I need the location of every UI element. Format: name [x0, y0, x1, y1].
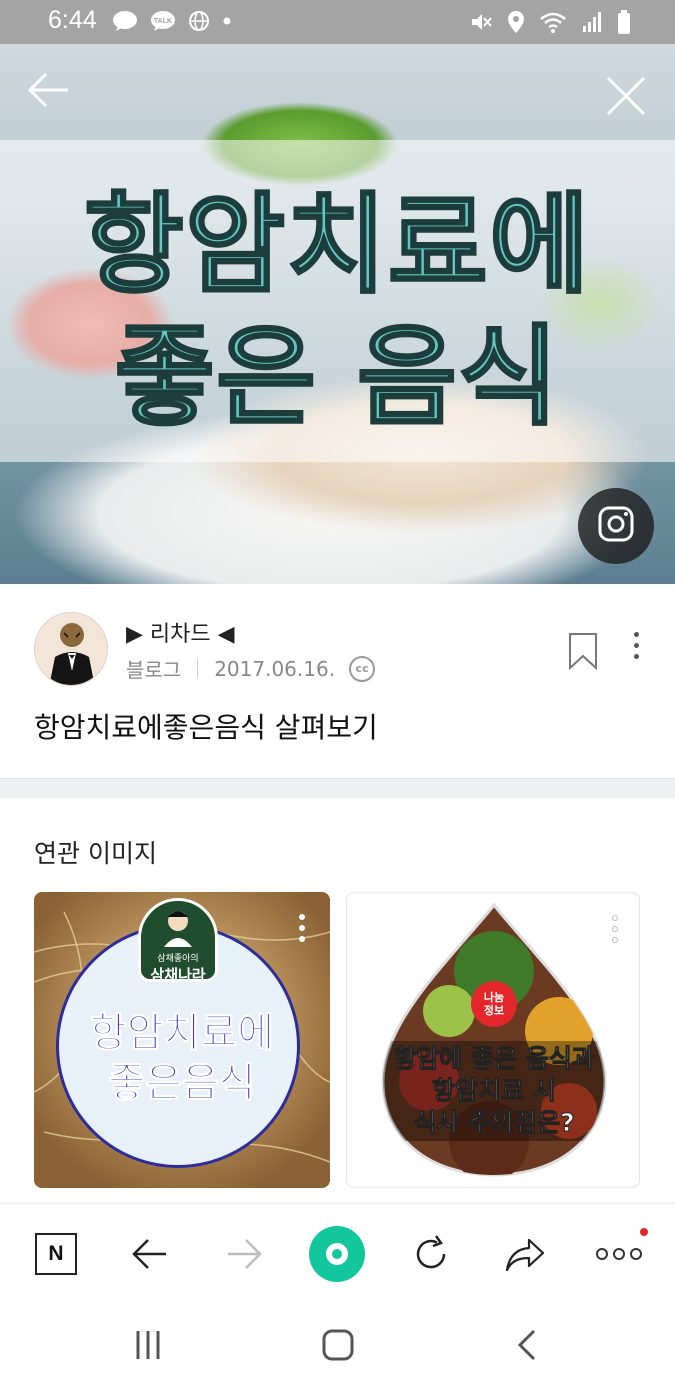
- location-icon: [507, 10, 525, 34]
- talk-icon: TALK: [150, 10, 176, 32]
- svg-text:TALK: TALK: [154, 18, 172, 25]
- signal-icon: [581, 10, 603, 34]
- refresh-icon: [416, 1235, 446, 1269]
- notification-dot: [640, 1228, 648, 1236]
- related-image-card[interactable]: 나눔 정보 항암에 좋은 음식과 항암치료 시 식사 주의점은?: [346, 892, 640, 1188]
- card-text-line3: 식사 주의점은?: [413, 1108, 575, 1138]
- recent-apps-icon[interactable]: [128, 1325, 168, 1365]
- forward-arrow-icon: [228, 1239, 262, 1269]
- related-images: 연관 이미지 삼채좋아의 삼채나라 항암치료에 좋은음식 나눔 정보 항암에 좋…: [0, 798, 675, 1203]
- card-more-icon[interactable]: [296, 914, 308, 950]
- refresh-button[interactable]: [403, 1226, 459, 1282]
- share-icon: [505, 1238, 545, 1272]
- back-button[interactable]: [122, 1226, 178, 1282]
- hero-image[interactable]: 항암치료에 좋은 음식: [0, 44, 675, 584]
- cc-license-icon: cc: [349, 655, 376, 682]
- info-badge: 나눔 정보: [471, 981, 517, 1027]
- globe-icon: [188, 10, 210, 32]
- share-button[interactable]: [497, 1226, 553, 1282]
- brand-badge: 삼채좋아의 삼채나라: [138, 898, 218, 984]
- green-dot-button[interactable]: [309, 1226, 365, 1282]
- bookmark-icon[interactable]: [566, 632, 600, 671]
- home-icon[interactable]: [318, 1325, 358, 1365]
- battery-icon: [617, 9, 631, 35]
- image-search-icon: [596, 504, 636, 548]
- back-arrow-icon: [132, 1239, 166, 1269]
- more-icon: [596, 1228, 648, 1260]
- divider: [197, 658, 199, 679]
- post-meta: 블로그 2017.06.16. cc: [126, 654, 376, 683]
- naver-home-button[interactable]: N: [28, 1226, 84, 1282]
- source-label: 블로그: [126, 658, 182, 682]
- card-text-line2: 항암치료 시: [432, 1076, 557, 1106]
- system-navigation-bar: [0, 1303, 675, 1388]
- hero-title-line2: 좋은 음식: [113, 314, 561, 442]
- more-button[interactable]: [591, 1226, 648, 1282]
- card-text-line1: 항암에 좋은 음식과: [393, 1044, 595, 1074]
- dot-icon: [222, 10, 232, 32]
- system-back-icon[interactable]: [508, 1325, 548, 1365]
- post-info: ▶ 리차드 ◀ 블로그 2017.06.16. cc 항암치료에좋은음식 살펴보…: [0, 584, 675, 778]
- avatar[interactable]: [34, 612, 108, 686]
- status-time: 6:44: [48, 6, 97, 34]
- green-dot-icon: [326, 1243, 348, 1265]
- mute-icon: [469, 10, 493, 34]
- brand-name: 삼채나라: [150, 966, 206, 984]
- forward-button[interactable]: [216, 1226, 272, 1282]
- image-search-button[interactable]: [578, 488, 654, 564]
- section-divider: [0, 778, 675, 798]
- status-bar: 6:44 TALK: [0, 0, 675, 44]
- chat-bubble-icon: [112, 10, 138, 32]
- arrow-left-icon[interactable]: [24, 68, 72, 112]
- post-date: 2017.06.16.: [214, 656, 336, 681]
- post-title[interactable]: 항암치료에좋은음식 살펴보기: [34, 706, 378, 746]
- author-name[interactable]: ▶ 리차드 ◀: [126, 616, 235, 648]
- related-images-title: 연관 이미지: [34, 839, 157, 868]
- close-icon[interactable]: [604, 74, 648, 118]
- brand-subtitle: 삼채좋아의: [157, 954, 199, 964]
- card-text-line2: 좋은음식: [108, 1060, 256, 1107]
- browser-toolbar: N: [0, 1203, 675, 1303]
- more-options-icon[interactable]: [626, 628, 646, 664]
- related-image-card[interactable]: 삼채좋아의 삼채나라 항암치료에 좋은음식: [34, 892, 330, 1188]
- card-more-icon[interactable]: [609, 915, 621, 951]
- wifi-icon: [539, 10, 567, 34]
- naver-home-icon: N: [35, 1233, 77, 1275]
